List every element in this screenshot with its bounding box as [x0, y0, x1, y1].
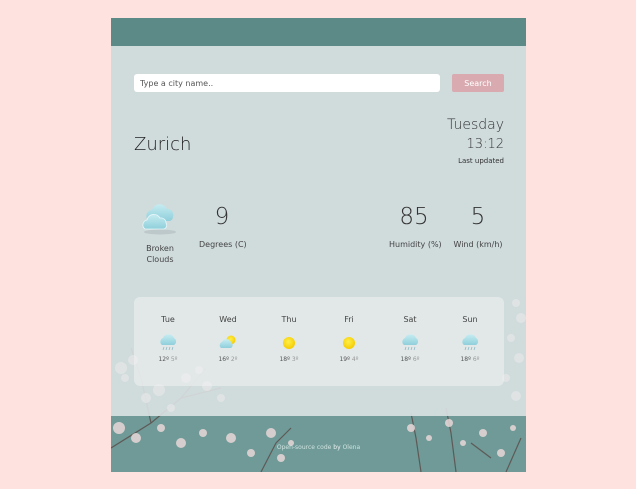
search-bar: Search — [134, 74, 504, 92]
wind-label: Wind (km/h) — [453, 240, 503, 249]
forecast-day: Wed 16º 2º — [198, 315, 258, 363]
humidity-stat: 85 Humidity (%) — [389, 204, 442, 249]
forecast-high: 12º — [158, 356, 169, 363]
forecast-low: 6º — [472, 356, 480, 363]
sun-icon — [343, 337, 355, 349]
humidity-value: 85 — [399, 204, 429, 230]
broken-clouds-icon — [142, 204, 176, 235]
forecast-high: 18º — [279, 356, 290, 363]
forecast-temps: 12º 5º — [138, 356, 198, 363]
humidity-label: Humidity (%) — [389, 240, 442, 249]
wind-stat: 5 Wind (km/h) — [453, 204, 503, 249]
footer-by: by — [333, 444, 341, 451]
source-code-link[interactable]: Open-source code — [277, 444, 332, 451]
city-name: Zurich — [134, 134, 192, 155]
forecast-low: 2º — [230, 356, 238, 363]
forecast-day-name: Tue — [161, 315, 175, 324]
weather-app: Search Zurich Tuesday 13:12 Last updated… — [111, 18, 526, 472]
forecast-low: 3º — [291, 356, 299, 363]
forecast-high: 16º — [218, 356, 229, 363]
sun-behind-cloud-icon — [219, 335, 236, 348]
forecast-high: 18º — [460, 356, 471, 363]
rain-cloud-icon — [160, 334, 177, 351]
forecast-day: Tue 12º 5º — [138, 315, 198, 363]
forecast-low: 6º — [412, 356, 420, 363]
sun-icon — [283, 337, 295, 349]
footer-credit: Open-source code by Olena — [111, 444, 526, 451]
temperature-label: Degrees (C) — [199, 240, 247, 249]
forecast-panel: Tue 12º 5º Wed 16º 2º Thu 18º 3º Fri 19º… — [134, 297, 504, 386]
forecast-low: 4º — [351, 356, 359, 363]
forecast-temps: 18º 6º — [440, 356, 500, 363]
forecast-high: 19º — [339, 356, 350, 363]
rain-cloud-icon — [462, 334, 479, 351]
forecast-day-name: Sat — [403, 315, 417, 324]
forecast-day-name: Sun — [462, 315, 478, 324]
city-search-input[interactable] — [134, 74, 440, 92]
condition-label: Broken Clouds — [146, 244, 174, 264]
forecast-day: Fri 19º 4º — [319, 315, 379, 363]
forecast-high: 18º — [400, 356, 411, 363]
forecast-low: 5º — [170, 356, 178, 363]
wind-value: 5 — [470, 204, 486, 230]
current-time: 13:12 — [466, 137, 504, 152]
forecast-temps: 18º 3º — [259, 356, 319, 363]
forecast-temps: 16º 2º — [198, 356, 258, 363]
author-link[interactable]: Olena — [343, 444, 361, 451]
temperature-stat: 9 Degrees (C) — [199, 204, 247, 249]
forecast-temps: 19º 4º — [319, 356, 379, 363]
forecast-day: Sat 18º 6º — [380, 315, 440, 363]
forecast-day-name: Thu — [281, 315, 297, 324]
search-button[interactable]: Search — [452, 74, 504, 92]
forecast-day-name: Wed — [219, 315, 237, 324]
forecast-day: Sun 18º 6º — [440, 315, 500, 363]
forecast-day-name: Fri — [344, 315, 354, 324]
forecast-temps: 18º 6º — [380, 356, 440, 363]
rain-cloud-icon — [402, 334, 419, 351]
temperature-value: 9 — [214, 204, 230, 230]
current-day: Tuesday — [447, 117, 504, 133]
last-updated-label: Last updated — [458, 157, 504, 165]
forecast-day: Thu 18º 3º — [259, 315, 319, 363]
